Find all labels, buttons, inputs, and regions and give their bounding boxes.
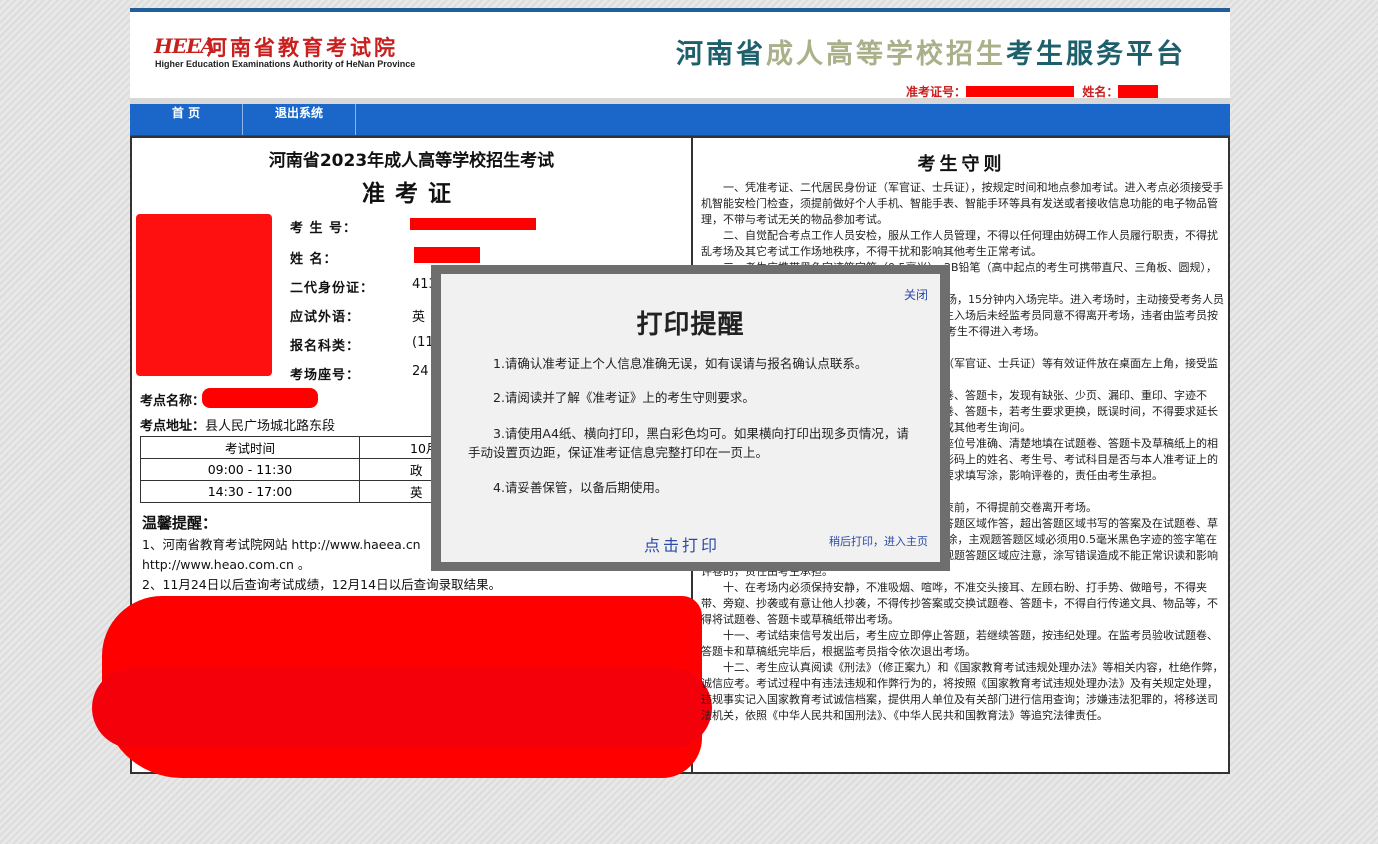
dialog-item: 1.请确认准考证上个人信息准确无误，如有误请与报名确认点联系。 bbox=[493, 356, 868, 371]
logo-english-name: Higher Education Examinations Authority … bbox=[155, 59, 416, 69]
rule-item: 一、凭准考证、二代居民身份证（军官证、士兵证），按规定时间和地点参加考试。进入考… bbox=[701, 181, 1224, 226]
dialog-title: 打印提醒 bbox=[636, 310, 745, 340]
main-nav: 首 页 退出系统 bbox=[130, 104, 1230, 138]
exam-title: 河南省2023年成人高等学校招生考试 bbox=[268, 151, 555, 171]
schedule-time: 14:30 - 17:00 bbox=[140, 480, 360, 503]
platform-title-part3: 考生服务平台 bbox=[1006, 39, 1186, 70]
tips-title: 温馨提醒： bbox=[142, 514, 218, 532]
site-header: HEEA 河南省教育考试院 Higher Education Examinati… bbox=[130, 12, 1230, 99]
rule-item: 二、自觉配合考点工作人员安检，服从工作人员管理，不得以任何理由妨碍工作人员履行职… bbox=[701, 229, 1218, 258]
name-redacted bbox=[414, 247, 480, 263]
field-label-candidate-no: 考 生 号： bbox=[290, 221, 358, 236]
site-name-label: 考点名称： bbox=[140, 394, 206, 409]
rule-item: 十一、考试结束信号发出后，考生应立即停止答题，若继续答题，按违纪处理。在监考员验… bbox=[701, 629, 1218, 658]
dialog-item: 3.请使用A4纸、横向打印，黑白彩色均可。如果横向打印出现多页情况，请手动设置页… bbox=[468, 426, 909, 460]
candidate-no-redacted bbox=[410, 218, 536, 230]
site-address-value: 县人民广场城北路东段 bbox=[205, 419, 336, 434]
site-name: 考点名称： bbox=[140, 390, 205, 409]
field-value-language: 英 bbox=[412, 310, 426, 325]
rule-item: 十、在考场内必须保持安静，不准吸烟、喧哗，不准交头接耳、左顾右盼、打手势、做暗号… bbox=[701, 581, 1218, 626]
user-name-label: 姓名： bbox=[1082, 85, 1119, 99]
print-later-link[interactable]: 稍后打印，进入主页 bbox=[829, 533, 928, 549]
logo-chinese-name: 河南省教育考试院 bbox=[206, 36, 398, 60]
site-name-redacted bbox=[202, 388, 318, 408]
field-value-seat: 24 bbox=[412, 364, 429, 379]
platform-title: 河南省成人高等学校招生考生服务平台 bbox=[676, 32, 1186, 71]
field-label-language: 应试外语： bbox=[290, 310, 361, 325]
field-label-seat: 考场座号： bbox=[290, 368, 361, 383]
photo-redacted bbox=[136, 214, 272, 376]
site-address: 考点地址：县人民广场城北路东段 bbox=[140, 415, 335, 434]
tip-line: http://www.heao.com.cn 。 bbox=[142, 557, 311, 572]
field-label-category: 报名科类： bbox=[290, 339, 361, 354]
nav-logout[interactable]: 退出系统 bbox=[243, 104, 356, 135]
dialog-item: 2.请阅读并了解《准考证》上的考生守则要求。 bbox=[493, 390, 755, 405]
close-link[interactable]: 关闭 bbox=[904, 286, 928, 303]
site-address-label: 考点地址： bbox=[140, 419, 206, 434]
redaction-scribble bbox=[92, 668, 712, 748]
print-button[interactable]: 点击打印 bbox=[644, 532, 720, 556]
rules-title: 考生守则 bbox=[917, 154, 1006, 175]
user-name-redacted bbox=[1118, 85, 1159, 98]
tip-line: 2、11月24日以后查询考试成绩，12月14日以后查询录取结果。 bbox=[142, 577, 502, 592]
print-reminder-dialog: 关闭 打印提醒 1.请确认准考证上个人信息准确无误，如有误请与报名确认点联系。 … bbox=[431, 265, 950, 571]
platform-title-part1: 河南省 bbox=[676, 39, 766, 70]
schedule-header-time: 考试时间 bbox=[140, 436, 360, 459]
dialog-body: 关闭 打印提醒 1.请确认准考证上个人信息准确无误，如有误请与报名确认点联系。 … bbox=[441, 274, 940, 562]
tip-line: 1、河南省教育考试院网站 http://www.haeea.cn bbox=[142, 537, 421, 552]
schedule-time: 09:00 - 11:30 bbox=[140, 458, 360, 481]
card-title: 准考证 bbox=[362, 181, 461, 207]
dialog-item: 4.请妥善保管，以备后期使用。 bbox=[493, 480, 668, 495]
nav-home[interactable]: 首 页 bbox=[130, 104, 243, 135]
ticket-number-label: 准考证号： bbox=[906, 85, 967, 99]
field-label-name: 姓 名： bbox=[290, 252, 338, 267]
field-label-id: 二代身份证： bbox=[290, 281, 375, 296]
rule-item: 十二、考生应认真阅读《刑法》（修正案九）和《国家教育考试违规处理办法》等相关内容… bbox=[701, 661, 1224, 722]
ticket-number-redacted bbox=[966, 86, 1075, 97]
platform-title-part2: 成人高等学校招生 bbox=[766, 39, 1006, 70]
